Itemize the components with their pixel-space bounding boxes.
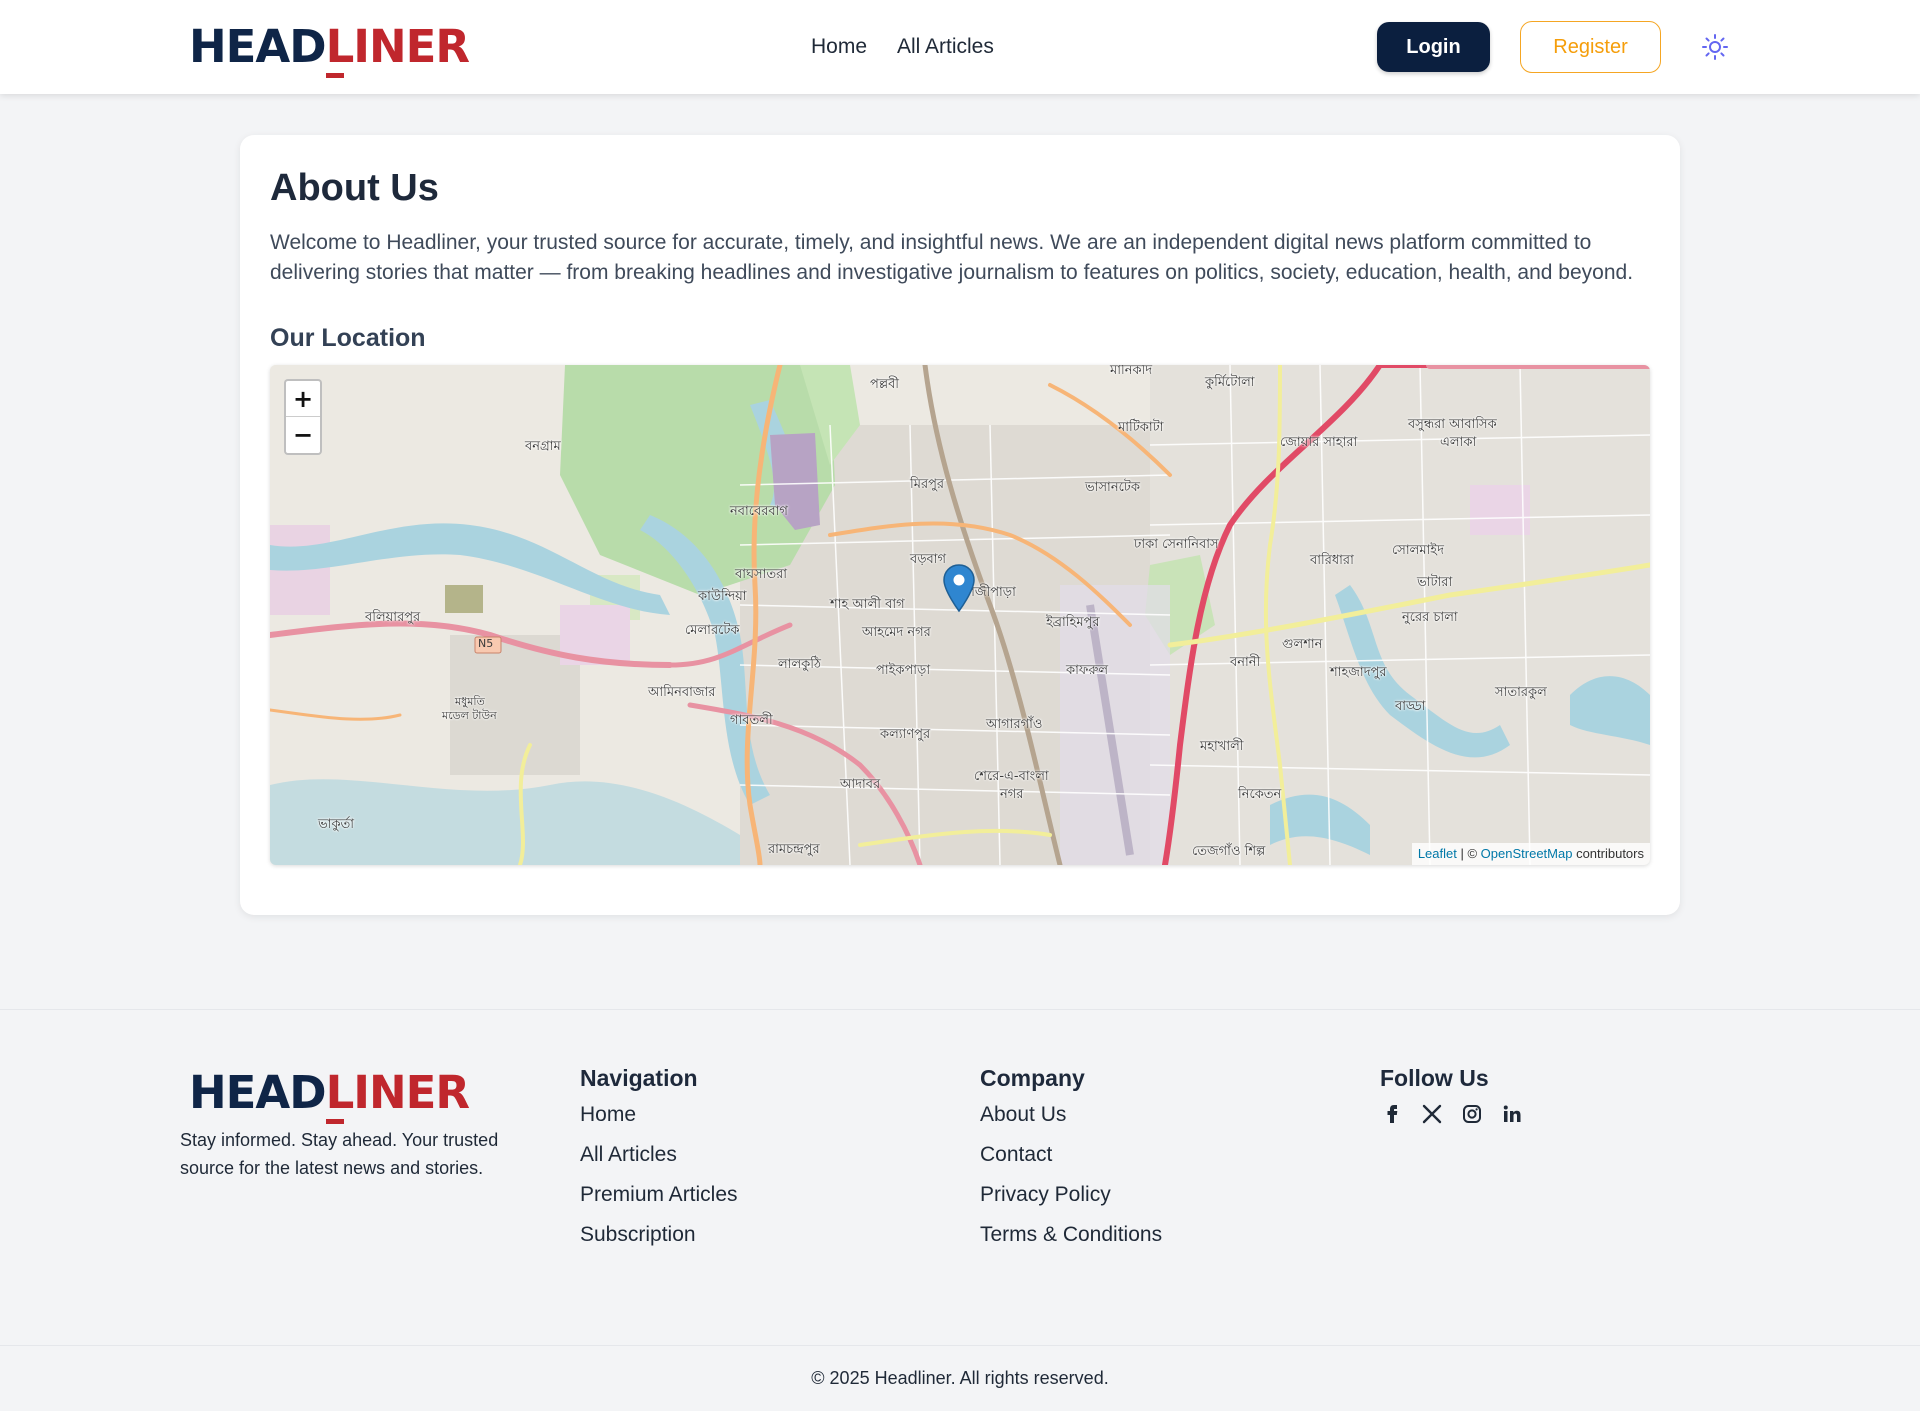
location-map[interactable]: পল্লবী মিরপুর বনগ্রাম নবাবেরবাগ বড়বাগ ক… <box>270 365 1650 865</box>
instagram-icon[interactable] <box>1460 1102 1484 1126</box>
footer-link-privacy-policy[interactable]: Privacy Policy <box>980 1182 1162 1207</box>
map-label-joar-sahara: জোয়ার সাহারা <box>1280 435 1358 450</box>
footer-navigation-column: Navigation Home All Articles Premium Art… <box>580 1065 738 1262</box>
map-label-aminbazar: আমিনবাজার <box>648 685 716 700</box>
footer-follow-heading: Follow Us <box>1380 1065 1489 1091</box>
site-footer: HEAD LINER Stay informed. Stay ahead. Yo… <box>0 1009 1920 1345</box>
leaflet-link[interactable]: Leaflet <box>1418 846 1457 861</box>
map-pin-icon[interactable] <box>942 563 976 615</box>
map-label-bhashantek: ভাসানটেক <box>1085 480 1140 495</box>
footer-logo-text-head: HEAD <box>189 1066 327 1119</box>
footer-logo[interactable]: HEAD LINER <box>189 1066 470 1124</box>
map-label-matikata: মাটিকাটা <box>1118 420 1164 435</box>
facebook-icon[interactable] <box>1380 1102 1404 1126</box>
map-label-banagram: বনগ্রাম <box>525 439 561 454</box>
map-label-ibrahimpur: ইব্রাহিমপুর <box>1046 615 1100 630</box>
map-label-solmaid: সোলমাইদ <box>1392 543 1444 558</box>
footer-tagline: Stay informed. Stay ahead. Your trusted … <box>180 1130 499 1178</box>
map-label-melartek: মেলারটেক <box>685 623 740 638</box>
map-label-adabor: আদাবর <box>840 777 881 792</box>
map-attribution: Leaflet | © OpenStreetMap contributors <box>1411 843 1650 865</box>
map-label-gulshan: গুলশান <box>1282 637 1323 652</box>
map-label-kaundia: কাউন্দিয়া <box>698 589 747 604</box>
zoom-out-button[interactable]: − <box>286 417 320 453</box>
logo-text-head: HEAD <box>189 20 327 73</box>
page-title: About Us <box>270 167 439 209</box>
map-label-dhaka-cantonment: ঢাকা সেনানিবাস <box>1134 537 1219 552</box>
nav-all-articles-link[interactable]: All Articles <box>897 35 994 59</box>
top-navbar: HEAD LINER Home All Articles Login Regis… <box>0 0 1920 94</box>
map-label-shahjadpur: শাহজাদপুর <box>1330 665 1387 680</box>
map-label-elaka: এলাকা <box>1440 435 1477 450</box>
logo-text-liner: LINER <box>325 24 470 78</box>
about-description: Welcome to Headliner, your trusted sourc… <box>270 231 1634 284</box>
map-label-mohakhali: মহাখালী <box>1200 739 1244 754</box>
footer-link-about-us[interactable]: About Us <box>980 1102 1162 1127</box>
map-label-shah-ali: শাহ আলী বাগ <box>830 597 905 612</box>
footer-logo-underline-accent <box>325 1119 344 1124</box>
footer-link-terms-conditions[interactable]: Terms & Conditions <box>980 1222 1162 1247</box>
about-card: About Us Welcome to Headliner, your trus… <box>240 135 1680 915</box>
copyright-text: © 2025 Headliner. All rights reserved. <box>811 1368 1109 1388</box>
location-heading: Our Location <box>270 324 426 352</box>
footer-logo-text-liner: LINER <box>325 1070 470 1124</box>
map-label-agargaon: আগারগাঁও <box>986 717 1043 732</box>
footer-company-heading: Company <box>980 1065 1085 1091</box>
map-zoom-controls: + − <box>284 379 322 455</box>
map-label-lalkuthi: লালকুঠি <box>778 657 821 672</box>
map-label-ramchandrapur: রামচন্দ্রপুর <box>768 842 820 857</box>
map-label-bhakurta: ভাকুর্তা <box>318 817 355 832</box>
map-label-mirpur: মিরপুর <box>910 477 945 492</box>
register-button[interactable]: Register <box>1520 21 1661 73</box>
map-label-pallabi: পল্লবী <box>870 377 900 392</box>
map-label-niketon: নিকেতন <box>1238 787 1282 802</box>
footer-link-premium-articles[interactable]: Premium Articles <box>580 1182 738 1207</box>
map-label-baliarpur: বলিয়ারপুর <box>365 610 421 625</box>
logo-underline-accent <box>325 73 344 78</box>
copyright-bar: © 2025 Headliner. All rights reserved. <box>0 1345 1920 1411</box>
map-label-kurmitola: কুর্মিটোলা <box>1205 375 1255 390</box>
map-label-tejgaon: তেজগাঁও শিল্প <box>1192 844 1266 859</box>
linkedin-icon[interactable] <box>1500 1102 1524 1126</box>
map-label-ahmed-nagar: আহমেদ নগর <box>862 625 931 640</box>
map-label-nababerbag: নবাবেরবাগ <box>730 504 788 519</box>
footer-company-column: Company About Us Contact Privacy Policy … <box>980 1065 1162 1262</box>
openstreetmap-link[interactable]: OpenStreetMap <box>1481 846 1573 861</box>
footer-logo-text-liner-letters: LINER <box>325 1066 470 1119</box>
map-label-kalyanpur: কল্যাণপুর <box>880 727 931 742</box>
attribution-suffix: contributors <box>1572 846 1644 861</box>
social-links <box>1380 1102 1524 1126</box>
footer-follow-column: Follow Us <box>1380 1065 1524 1126</box>
zoom-in-button[interactable]: + <box>286 381 320 417</box>
map-label-baridhara: বারিধারা <box>1310 553 1354 568</box>
map-label-banani: বনানী <box>1230 655 1261 670</box>
map-label-kafrul: কাফরুল <box>1066 663 1109 678</box>
map-label-manikdi: মানিকদি <box>1110 365 1153 378</box>
map-label-gabtali: গাবতলী <box>730 713 773 728</box>
map-label-satarkul: সাতারকুল <box>1495 685 1547 700</box>
map-label-paikpara: পাইকপাড়া <box>876 663 931 678</box>
footer-link-home[interactable]: Home <box>580 1102 738 1127</box>
footer-link-contact[interactable]: Contact <box>980 1142 1162 1167</box>
map-label-n5: N5 <box>478 637 494 650</box>
footer-link-all-articles[interactable]: All Articles <box>580 1142 738 1167</box>
map-label-nagar: নগর <box>1000 787 1024 802</box>
map-label-model-town: মডেল টাউন <box>442 709 497 722</box>
map-label-nurer-chala: নুরের চালা <box>1402 610 1458 625</box>
nav-home-link[interactable]: Home <box>811 35 867 59</box>
logo-text-liner-letters: LINER <box>325 20 470 73</box>
map-label-badda: বাড্ডা <box>1395 699 1426 714</box>
login-button[interactable]: Login <box>1377 22 1490 72</box>
site-logo[interactable]: HEAD LINER <box>189 20 470 78</box>
x-icon[interactable] <box>1420 1102 1444 1126</box>
sun-icon[interactable] <box>1701 33 1729 61</box>
footer-navigation-heading: Navigation <box>580 1065 698 1091</box>
map-label-boroibag: বড়বাগ <box>910 552 947 567</box>
attribution-separator: | © <box>1456 846 1481 861</box>
map-label-bhatara: ভাটারা <box>1417 575 1453 590</box>
map-label-bashabari: বাঘসাতরা <box>735 567 788 582</box>
footer-link-subscription[interactable]: Subscription <box>580 1222 738 1247</box>
